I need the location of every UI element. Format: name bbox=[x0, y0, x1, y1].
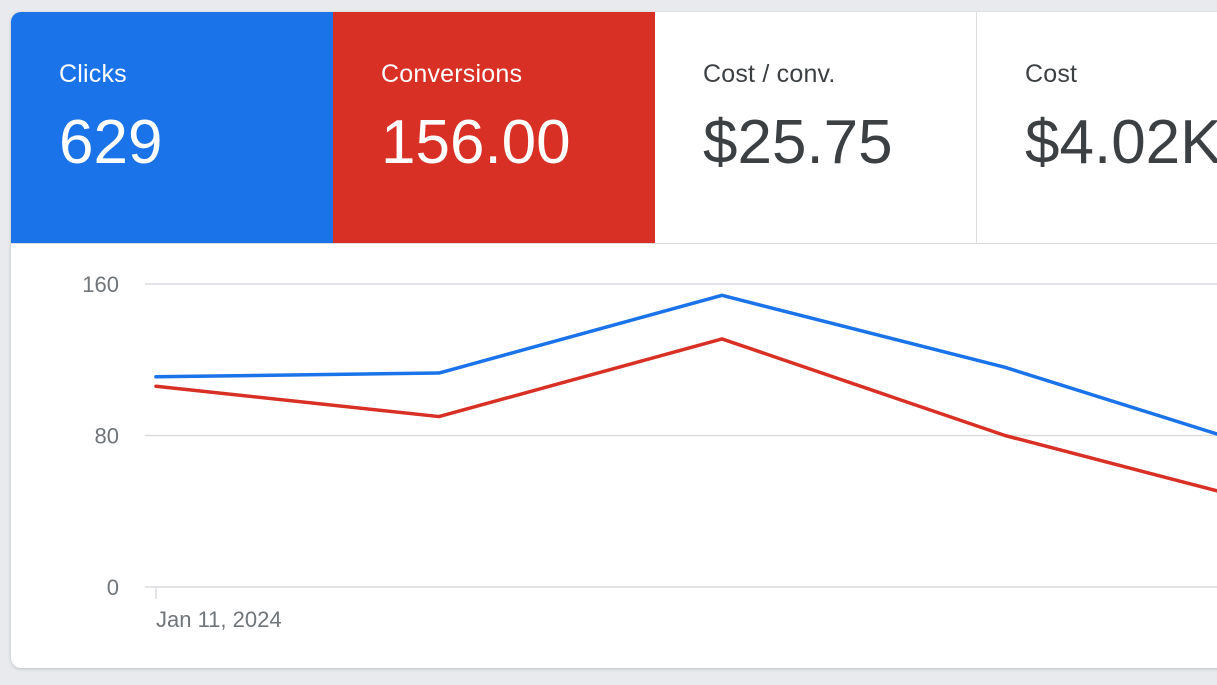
metric-label-clicks: Clicks bbox=[59, 60, 127, 88]
series-line-conversions bbox=[154, 337, 1217, 493]
metric-value-cost: $4.02K bbox=[1025, 108, 1217, 177]
metric-value-conversions: 156.00 bbox=[381, 108, 571, 177]
metric-label-conversions: Conversions bbox=[381, 60, 523, 88]
series-line-clicks bbox=[154, 293, 1217, 436]
y-tick-label: 80 bbox=[95, 424, 119, 449]
y-tick-label: 0 bbox=[107, 575, 119, 600]
metric-value-clicks: 629 bbox=[59, 108, 163, 177]
x-tick-label: Jan 11, 2024 bbox=[156, 607, 282, 632]
metric-label-cost: Cost bbox=[1025, 60, 1078, 88]
metric-tile-clicks[interactable]: Clicks 629 bbox=[11, 12, 333, 243]
performance-card: Clicks 629 Conversions 156.00 Cost / con… bbox=[11, 12, 1217, 668]
y-tick-label: 160 bbox=[82, 272, 119, 297]
metric-tile-cost[interactable]: Cost $4.02K bbox=[977, 12, 1217, 243]
metric-value-cost-per-conv: $25.75 bbox=[703, 108, 893, 177]
metric-tile-conversions[interactable]: Conversions 156.00 bbox=[333, 12, 655, 243]
metric-tiles: Clicks 629 Conversions 156.00 Cost / con… bbox=[11, 12, 1217, 244]
metric-tile-cost-per-conv[interactable]: Cost / conv. $25.75 bbox=[655, 12, 977, 243]
line-chart: 160 80 0 Jan 11, 2024 bbox=[11, 244, 1217, 668]
metric-label-cost-per-conv: Cost / conv. bbox=[703, 60, 836, 88]
line-chart-svg: 160 80 0 Jan 11, 2024 bbox=[82, 272, 1217, 632]
